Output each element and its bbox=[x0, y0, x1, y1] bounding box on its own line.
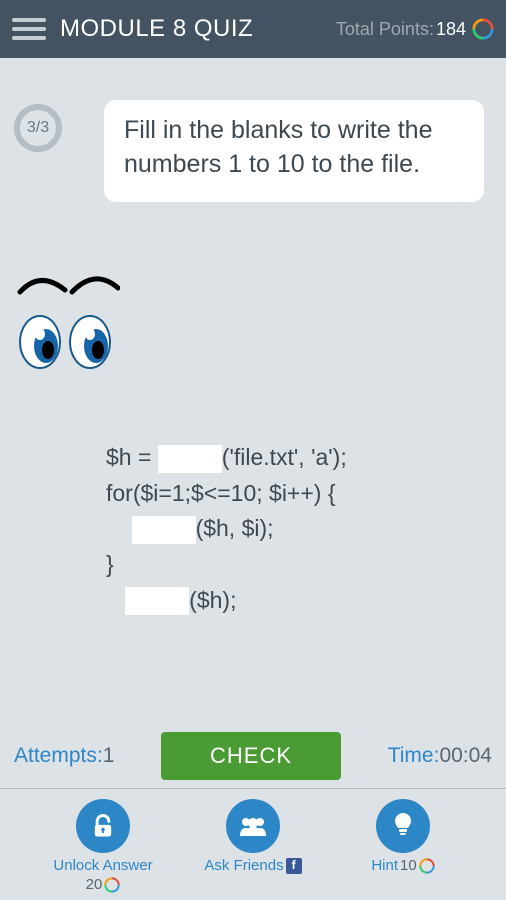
hint-button[interactable]: Hint 10 bbox=[348, 799, 458, 900]
swirl-icon bbox=[104, 877, 120, 893]
unlock-answer-button[interactable]: Unlock Answer 20 bbox=[48, 799, 158, 900]
swirl-icon bbox=[419, 858, 435, 874]
code-text bbox=[106, 587, 125, 613]
page-title: MODULE 8 QUIZ bbox=[60, 15, 336, 43]
code-text: } bbox=[106, 547, 347, 583]
ask-label: Ask Friends bbox=[204, 857, 283, 874]
action-bar: Attempts:1 CHECK Time:00:04 bbox=[0, 732, 506, 780]
header-bar: MODULE 8 QUIZ Total Points: 184 bbox=[0, 0, 506, 58]
unlock-label: Unlock Answer bbox=[53, 857, 152, 874]
code-text: ('file.txt', 'a'); bbox=[222, 444, 347, 470]
points-label: Total Points: bbox=[336, 19, 434, 40]
facebook-icon: f bbox=[286, 858, 302, 874]
footer-bar: Unlock Answer 20 Ask Friends f bbox=[0, 788, 506, 900]
code-text: ($h); bbox=[189, 587, 236, 613]
time-label: Time: bbox=[388, 744, 440, 767]
hint-cost: 10 bbox=[400, 857, 417, 874]
hint-label: Hint bbox=[371, 857, 398, 874]
menu-icon[interactable] bbox=[12, 18, 46, 40]
lightbulb-icon bbox=[391, 811, 415, 841]
question-text: Fill in the blanks to write the numbers … bbox=[124, 116, 432, 178]
progress-badge: 3/3 bbox=[14, 104, 62, 152]
code-text bbox=[106, 515, 132, 541]
question-bubble: Fill in the blanks to write the numbers … bbox=[104, 100, 484, 202]
attempts-value: 1 bbox=[103, 744, 115, 767]
blank-input-3[interactable] bbox=[125, 587, 189, 615]
attempts-display: Attempts:1 bbox=[14, 744, 114, 768]
ask-friends-button[interactable]: Ask Friends f bbox=[198, 799, 308, 900]
check-button[interactable]: CHECK bbox=[161, 732, 341, 780]
blank-input-1[interactable] bbox=[158, 445, 222, 473]
points-value: 184 bbox=[436, 19, 466, 40]
code-text: for($i=1;$<=10; $i++) { bbox=[106, 476, 347, 512]
time-value: 00:04 bbox=[439, 744, 492, 767]
swirl-icon bbox=[472, 18, 494, 40]
code-text: $h = bbox=[106, 444, 158, 470]
code-text: ($h, $i); bbox=[196, 515, 274, 541]
blank-input-2[interactable] bbox=[132, 516, 196, 544]
friends-icon bbox=[237, 812, 269, 840]
progress-text: 3/3 bbox=[27, 119, 49, 137]
unlock-icon bbox=[89, 812, 117, 840]
attempts-label: Attempts: bbox=[14, 744, 103, 767]
time-display: Time:00:04 bbox=[388, 744, 492, 768]
unlock-cost: 20 bbox=[86, 876, 103, 893]
code-block: $h = ('file.txt', 'a'); for($i=1;$<=10; … bbox=[106, 440, 347, 618]
eyes-character bbox=[10, 270, 120, 390]
